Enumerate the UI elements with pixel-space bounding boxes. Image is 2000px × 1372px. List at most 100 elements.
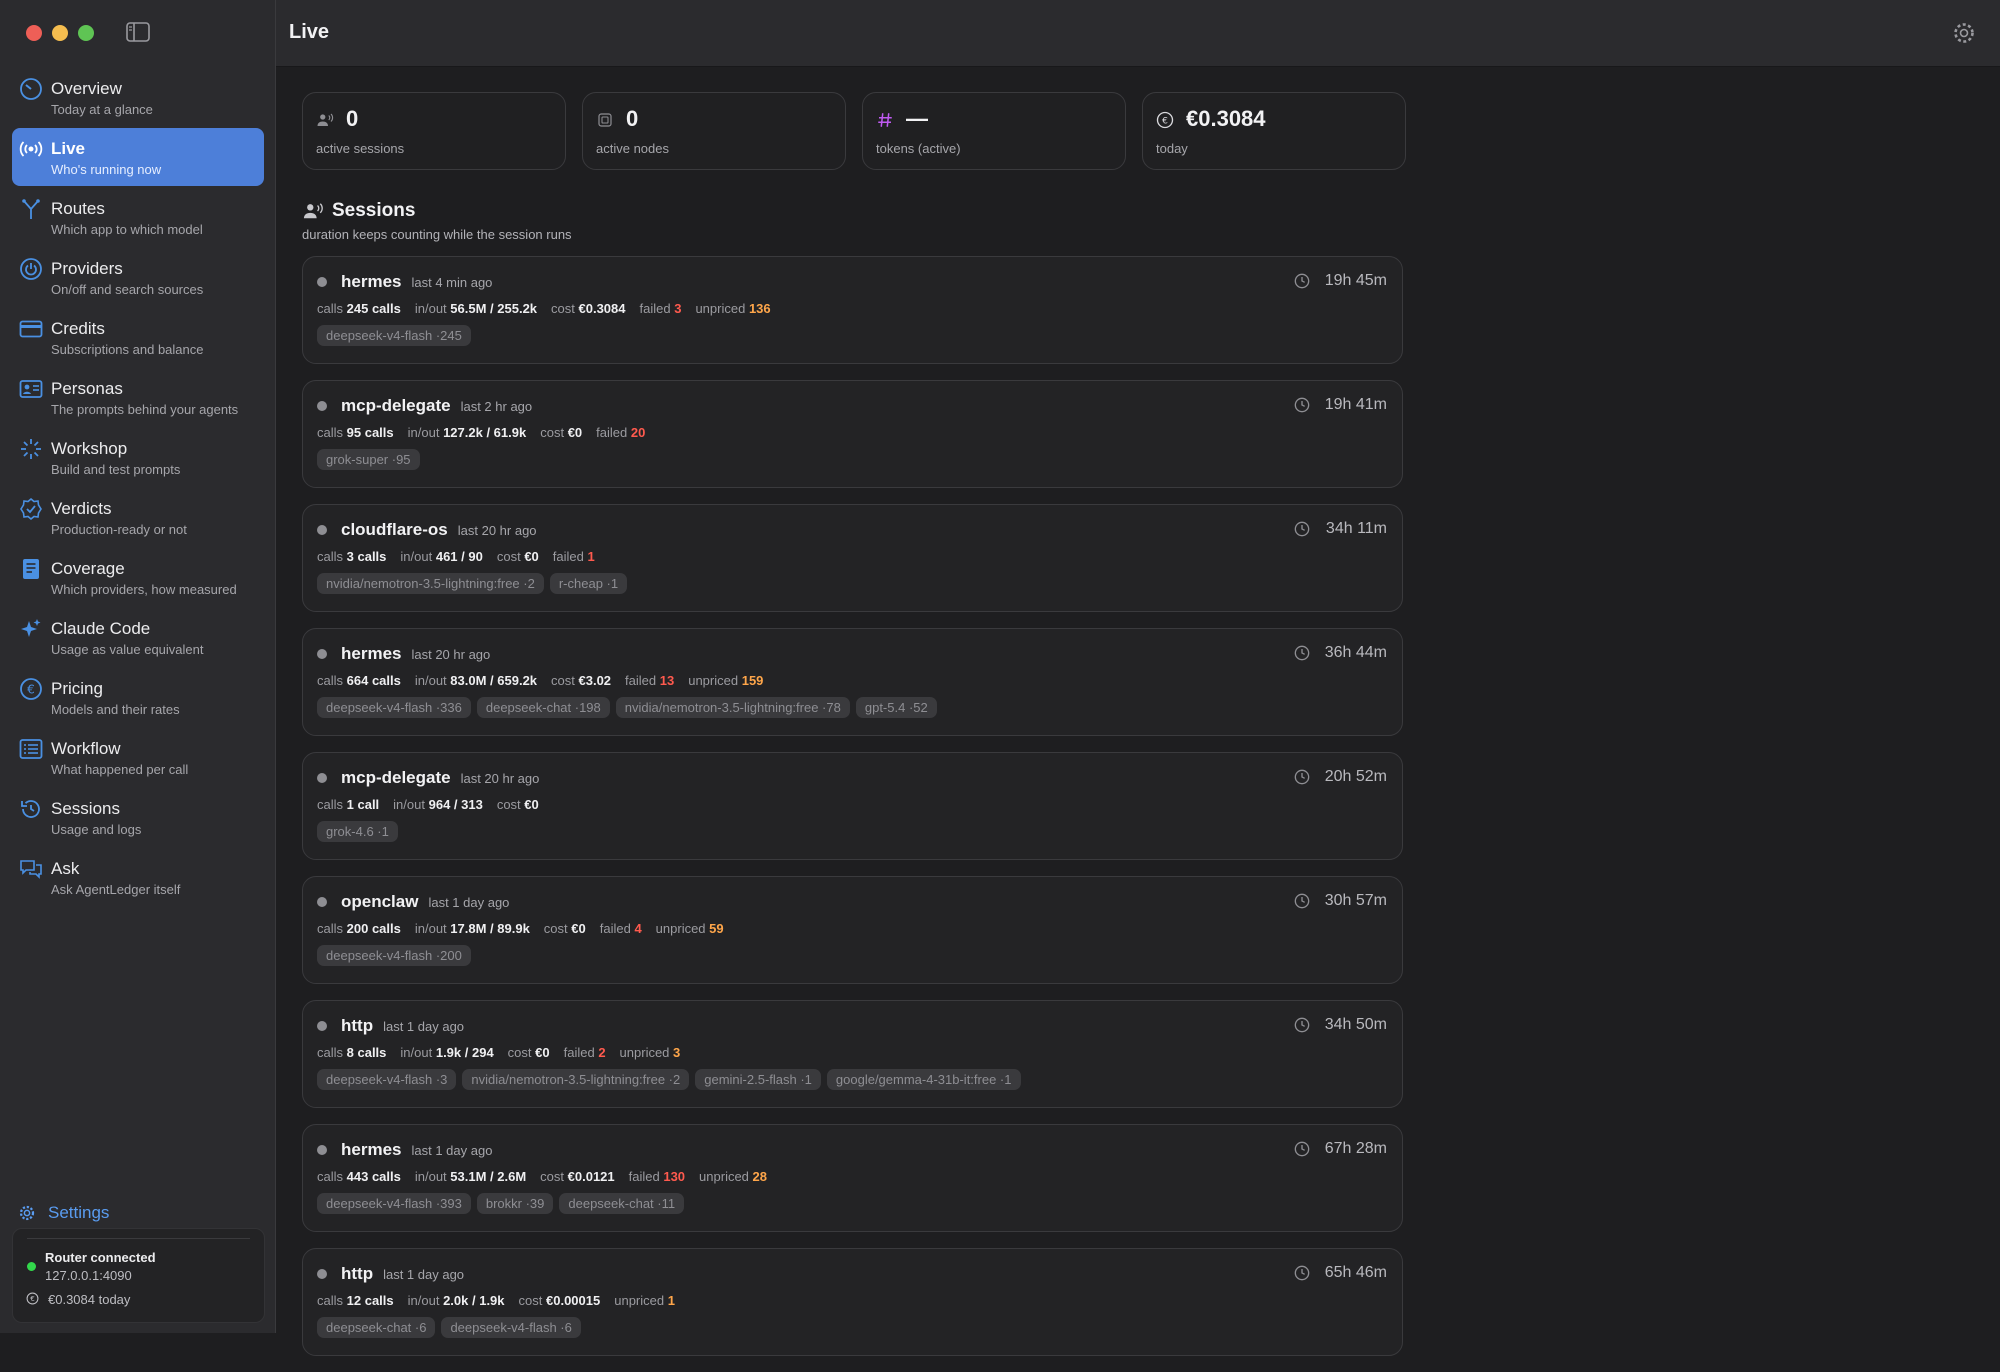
metric-value: 8 calls: [346, 1045, 387, 1060]
session-model-tags: nvidia/nemotron-3.5-lightning:free ·2 r-c…: [317, 573, 633, 594]
metric-cost: cost €0.00015: [519, 1293, 601, 1308]
session-card[interactable]: mcp-delegate last 20 hr ago 20h 52m calls 1…: [302, 752, 1403, 860]
model-tag: google/gemma-4-31b-it:free ·1: [826, 1069, 1021, 1090]
session-name-line: hermes last 1 day ago: [341, 1140, 492, 1160]
session-duration: 65h 46m: [1324, 1264, 1387, 1281]
session-model-tags: deepseek-v4-flash ·393 brokkr ·39 deepseek…: [317, 1193, 690, 1214]
sidebar-item-pricing[interactable]: € Pricing Models and their rates: [12, 668, 264, 726]
session-card[interactable]: hermes last 1 day ago 67h 28m calls 443 cal…: [302, 1124, 1403, 1232]
metric-unpriced: unpriced 136: [695, 301, 770, 316]
session-model-tags: grok-super ·95: [317, 449, 426, 470]
sidebar-item-ask[interactable]: Ask Ask AgentLedger itself: [12, 848, 264, 906]
metric-value: 664 calls: [346, 673, 401, 688]
sidebar-item-coverage[interactable]: Coverage Which providers, how measured: [12, 548, 264, 606]
sidebar-item-title: Providers: [51, 259, 123, 278]
sidebar-toggle-icon[interactable]: [126, 22, 150, 42]
metric-value: 1 call: [346, 797, 380, 812]
session-duration: 34h 11m: [1325, 520, 1387, 537]
session-card[interactable]: http last 1 day ago 34h 50m calls 8 calls in…: [302, 1000, 1403, 1108]
sidebar-item-claude-code[interactable]: Claude Code Usage as value equivalent: [12, 608, 264, 666]
svg-text:€: €: [27, 683, 35, 697]
metric-label: cost: [496, 797, 521, 812]
sidebar-item-sessions[interactable]: Sessions Usage and logs: [12, 788, 264, 846]
metric-value: 12 calls: [346, 1293, 394, 1308]
metric-label: unpriced: [695, 301, 746, 316]
sidebar-item-title: Personas: [51, 379, 123, 398]
sidebar-item-subtitle: The prompts behind your agents: [51, 402, 239, 417]
model-tag: r-cheap ·1: [549, 573, 628, 594]
sidebar-item-workshop[interactable]: Workshop Build and test prompts: [12, 428, 264, 486]
session-model-tags: deepseek-v4-flash ·336 deepseek-chat ·198…: [317, 697, 943, 718]
metric-value: €0: [535, 1045, 550, 1060]
metric-value: €0: [567, 425, 583, 440]
metric-cost: cost €0: [540, 425, 582, 440]
session-card[interactable]: hermes last 20 hr ago 36h 44m calls 664 cal…: [302, 628, 1403, 736]
stat-card-tokens: — tokens (active): [862, 92, 1126, 170]
metric-label: failed: [625, 673, 657, 688]
metric-inout: in/out 17.8M / 89.9k: [415, 921, 530, 936]
sidebar-item-title: Coverage: [51, 559, 125, 578]
zoom-window-button[interactable]: [78, 25, 94, 41]
session-name-line: mcp-delegate last 2 hr ago: [341, 396, 532, 416]
stat-card-active-sessions: 0 active sessions: [302, 92, 566, 170]
session-metrics: calls 664 calls in/out 83.0M / 659.2k cost…: [317, 673, 777, 688]
people-icon: [303, 203, 323, 219]
close-window-button[interactable]: [26, 25, 42, 41]
metric-label: in/out: [414, 673, 447, 688]
metric-label: calls: [317, 1169, 344, 1184]
sidebar-item-title: Overview: [51, 79, 122, 98]
sidebar-item-providers[interactable]: Providers On/off and search sources: [12, 248, 264, 306]
history-icon: [21, 800, 40, 818]
sidebar-item-verdicts[interactable]: Verdicts Production-ready or not: [12, 488, 264, 546]
metric-inout: in/out 53.1M / 2.6M: [415, 1169, 526, 1184]
sidebar-item-title: Workshop: [51, 439, 128, 458]
sidebar-item-live[interactable]: Live Who's running now: [12, 128, 264, 186]
sidebar-item-routes[interactable]: Routes Which app to which model: [12, 188, 264, 246]
session-metrics: calls 95 calls in/out 127.2k / 61.9k cost …: [317, 425, 659, 440]
metric-value: €3.02: [578, 673, 612, 688]
metric-unpriced: unpriced 159: [688, 673, 763, 688]
session-card[interactable]: cloudflare-os last 20 hr ago 34h 11m calls …: [302, 504, 1403, 612]
sidebar-item-credits[interactable]: Credits Subscriptions and balance: [12, 308, 264, 366]
metric-label: in/out: [400, 1045, 433, 1060]
metric-label: calls: [317, 673, 344, 688]
metric-label: cost: [540, 425, 565, 440]
session-last-active: last 20 hr ago: [460, 771, 540, 786]
sidebar-item-workflow[interactable]: Workflow What happened per call: [12, 728, 264, 786]
model-tag: brokkr ·39: [476, 1193, 554, 1214]
section-subtitle: duration keeps counting while the sessio…: [302, 227, 572, 242]
metric-inout: in/out 461 / 90: [400, 549, 482, 564]
sidebar-item-overview[interactable]: Overview Today at a glance: [12, 68, 264, 126]
metric-label: calls: [317, 1045, 344, 1060]
session-card[interactable]: mcp-delegate last 2 hr ago 19h 41m calls 95…: [302, 380, 1403, 488]
sidebar-item-title: Claude Code: [51, 619, 151, 638]
minimize-window-button[interactable]: [52, 25, 68, 41]
metric-failed: failed 13: [625, 673, 674, 688]
router-address: 127.0.0.1:4090: [45, 1268, 132, 1283]
session-card[interactable]: hermes last 4 min ago 19h 45m calls 245 cal…: [302, 256, 1403, 364]
metric-label: calls: [317, 425, 344, 440]
session-status-dot: [317, 897, 327, 907]
sidebar-item-subtitle: Who's running now: [51, 162, 162, 177]
metric-calls: calls 12 calls: [317, 1293, 394, 1308]
sidebar-item-personas[interactable]: Personas The prompts behind your agents: [12, 368, 264, 426]
chat-bubbles-icon: [20, 860, 42, 879]
session-name-line: openclaw last 1 day ago: [341, 892, 509, 912]
session-card[interactable]: openclaw last 1 day ago 30h 57m calls 200 c…: [302, 876, 1403, 984]
metric-value: 3: [673, 1045, 681, 1060]
gear-icon[interactable]: [1952, 21, 1976, 45]
metric-value: 59: [709, 921, 724, 936]
model-tag: deepseek-v4-flash ·200: [317, 945, 471, 966]
sessions-list: hermes last 4 min ago 19h 45m calls 245 cal…: [302, 256, 1403, 1372]
metric-value: 56.5M / 255.2k: [450, 301, 538, 316]
model-tag: deepseek-chat ·11: [559, 1193, 685, 1214]
session-last-active: last 1 day ago: [383, 1019, 465, 1034]
session-card[interactable]: http last 1 day ago 65h 46m calls 12 calls i…: [302, 1248, 1403, 1356]
metric-label: failed: [552, 549, 584, 564]
settings-label: Settings: [48, 1203, 110, 1222]
metric-label: in/out: [414, 921, 447, 936]
page-title: Live: [289, 21, 330, 43]
stat-value: —: [906, 106, 928, 131]
session-name: hermes: [341, 272, 402, 291]
broadcast-icon: [19, 141, 43, 157]
